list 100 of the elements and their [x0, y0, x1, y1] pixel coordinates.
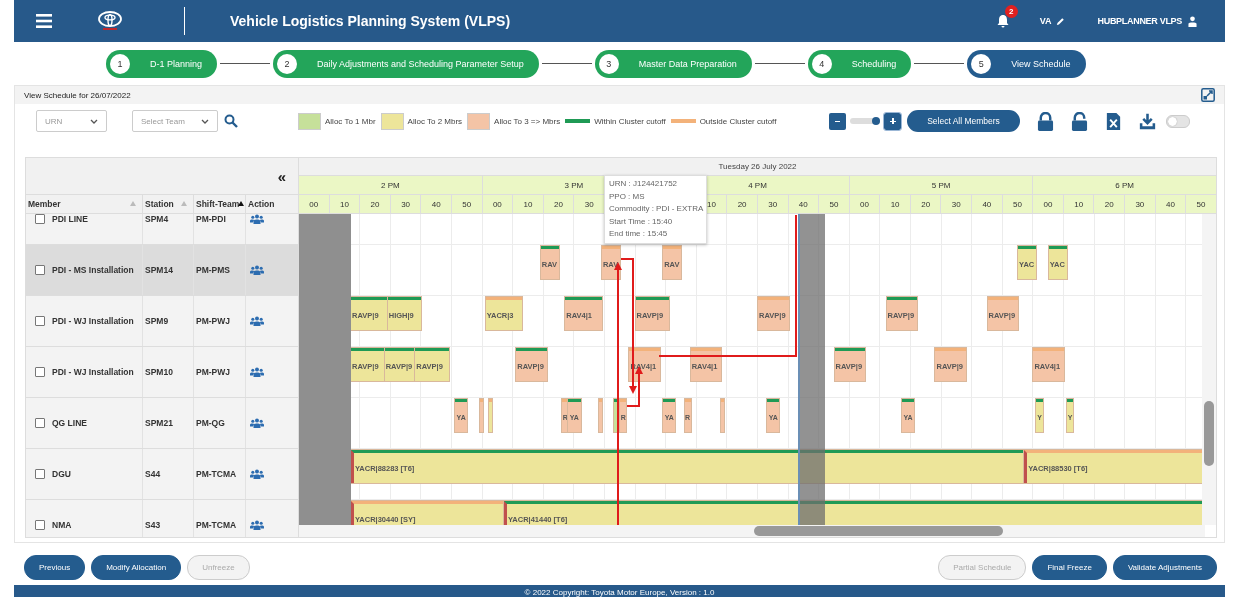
team-icon[interactable]: [250, 469, 264, 479]
step-pill[interactable]: 4 Scheduling: [807, 49, 912, 78]
step-pill[interactable]: 2 Daily Adjustments and Scheduling Parameter Setup: [273, 49, 539, 78]
checkbox[interactable]: [35, 316, 45, 326]
station-cell: S44: [145, 469, 161, 479]
team-icon[interactable]: [250, 265, 264, 275]
user-icon[interactable]: [1188, 15, 1197, 27]
checkbox[interactable]: [35, 214, 45, 224]
minute-label: 00: [492, 199, 502, 209]
select-field[interactable]: Select Team: [132, 110, 218, 132]
team-cell: PM-PDI: [196, 214, 226, 224]
minute-label: 10: [707, 199, 716, 209]
checkbox[interactable]: [35, 367, 45, 377]
search-icon[interactable]: [224, 114, 238, 128]
member-name: QG LINE: [52, 418, 87, 428]
minute-label: 10: [523, 199, 533, 209]
lock-icon[interactable]: [1037, 111, 1054, 131]
horizontal-scrollbar[interactable]: [754, 526, 1003, 536]
team-icon[interactable]: [250, 520, 264, 530]
legend-label: Alloc To 3 => Mbrs: [494, 116, 561, 126]
minute-label: 20: [370, 199, 380, 209]
legend-label: Alloc To 1 Mbr: [325, 116, 376, 126]
download-icon[interactable]: [1139, 111, 1156, 131]
team-icon[interactable]: [250, 418, 264, 428]
select-field[interactable]: URN: [36, 110, 107, 132]
team-icon[interactable]: [250, 367, 264, 377]
member-name: PDI - WJ Installation: [52, 367, 134, 377]
member-name: NMA: [52, 520, 72, 530]
minute-label: 10: [339, 199, 349, 209]
checkbox[interactable]: [35, 265, 45, 275]
date-label: Tuesday 26 July 2022: [718, 161, 797, 171]
minute-label: 30: [768, 199, 778, 209]
member-row[interactable]: PDI - MS Installation SPM14 PM-PMS: [26, 245, 298, 296]
excel-file-icon[interactable]: [1105, 111, 1122, 131]
minute-label: 00: [309, 199, 319, 209]
team-cell: PM-PWJ: [196, 367, 230, 377]
member-name: PDI - MS Installation: [52, 265, 134, 275]
select-all-button[interactable]: Select All Members: [907, 110, 1020, 132]
minute-label: 20: [921, 199, 931, 209]
vertical-scrollbar[interactable]: [1204, 401, 1214, 466]
member-name: DGU: [52, 469, 71, 479]
toggle-switch[interactable]: [1166, 114, 1190, 128]
member-row[interactable]: PDI - WJ Installation SPM10 PM-PWJ: [26, 347, 298, 398]
member-row[interactable]: QG LINE SPM21 PM-QG: [26, 398, 298, 449]
minute-label: 50: [462, 199, 472, 209]
action-button[interactable]: Previous: [24, 554, 86, 580]
team-icon[interactable]: [250, 214, 264, 224]
member-name: PDI - WJ Installation: [52, 316, 134, 326]
checkbox[interactable]: [35, 418, 45, 428]
minute-label: 40: [1165, 199, 1175, 209]
minute-label: 10: [890, 199, 900, 209]
member-row[interactable]: PDI - WJ Installation SPM9 PM-PWJ: [26, 296, 298, 347]
member-row[interactable]: PDI LINE SPM4 PM-PDI: [26, 214, 298, 245]
column-header[interactable]: Station: [143, 195, 194, 213]
unlock-icon[interactable]: [1071, 111, 1088, 131]
action-button[interactable]: Final Freeze: [1032, 554, 1107, 580]
minute-label: 40: [982, 199, 992, 209]
menu-icon[interactable]: [36, 14, 52, 28]
bell-icon[interactable]: [995, 14, 1010, 28]
zoom-in-button[interactable]: [884, 112, 901, 130]
action-button[interactable]: Validate Adjustments: [1112, 554, 1217, 580]
station-cell: SPM4: [145, 214, 169, 224]
legend-label: Within Cluster cutoff: [594, 116, 666, 126]
chevron-down-icon[interactable]: [201, 118, 209, 124]
chevron-down-icon[interactable]: [90, 118, 98, 124]
legend-label: Alloc To 2 Mbrs: [407, 116, 463, 126]
collapse-button[interactable]: «: [277, 167, 286, 185]
station-cell: SPM21: [145, 418, 173, 428]
user-initials: VA: [1039, 16, 1052, 26]
team-cell: PM-PWJ: [196, 316, 230, 326]
pencil-icon[interactable]: [1056, 16, 1066, 26]
step-pill[interactable]: 3 Master Data Preparation: [594, 49, 752, 78]
station-cell: SPM10: [145, 367, 173, 377]
team-icon[interactable]: [250, 316, 264, 326]
minute-label: 40: [798, 199, 808, 209]
schedule-bar[interactable]: [614, 399, 618, 432]
column-header[interactable]: Action: [246, 195, 298, 213]
team-cell: PM-TCMA: [196, 520, 237, 530]
zoom-slider[interactable]: [850, 118, 880, 124]
minute-label: 20: [737, 199, 747, 209]
column-header[interactable]: Shift-Team: [194, 195, 246, 213]
logo-icon: [97, 11, 123, 31]
minute-label: 50: [829, 199, 839, 209]
checkbox[interactable]: [35, 520, 45, 530]
zoom-out-button[interactable]: [829, 112, 846, 130]
column-header[interactable]: Member: [26, 195, 143, 213]
checkbox[interactable]: [35, 469, 45, 479]
notification-badge: 2: [1004, 5, 1018, 18]
minute-label: 50: [1196, 199, 1206, 209]
minute-label: 00: [1043, 199, 1053, 209]
sort-icon[interactable]: [238, 201, 244, 207]
action-button[interactable]: Modify Allocation: [91, 554, 182, 580]
member-row[interactable]: DGU S44 PM-TCMA: [26, 449, 298, 500]
step-pill[interactable]: 5 View Schedule: [967, 49, 1086, 78]
minute-label: 00: [860, 199, 869, 209]
step-pill[interactable]: 1 D-1 Planning: [106, 49, 218, 78]
team-cell: PM-PMS: [196, 265, 230, 275]
tooltip-line: Start Time : 15:40: [609, 215, 674, 228]
user-name: HUBPLANNER VLPS: [1097, 16, 1182, 26]
expand-icon[interactable]: [1201, 88, 1215, 102]
